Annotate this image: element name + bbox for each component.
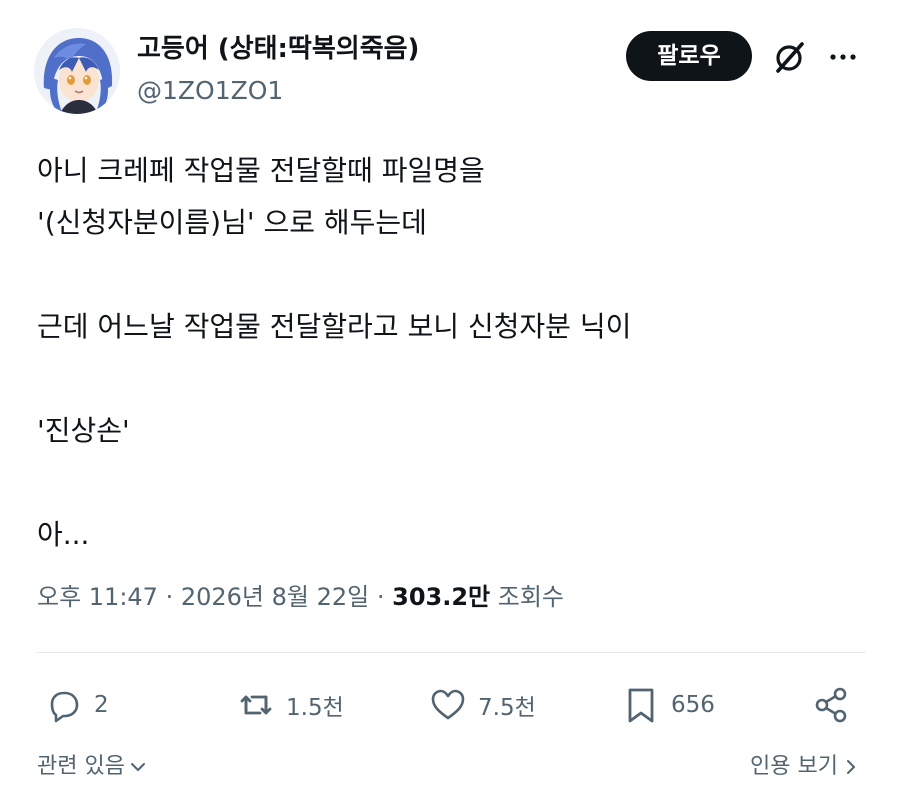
reply-icon [50,691,79,723]
tweet-text: 아니 크레페 작업물 전달할때 파일명을 '(신청자분이름)님' 으로 해두는데… [37,145,867,561]
views-count[interactable]: 303.2만 [392,583,490,611]
share-icon [815,687,847,723]
author-handle[interactable]: @1ZO1ZO1 [137,75,283,107]
tweet-line: '진상손' [37,414,130,447]
tweet-line [37,457,867,509]
avatar[interactable] [34,28,120,114]
repost-icon [240,695,272,715]
author-display-name[interactable]: 고등어 (상태:딱복의죽음) [137,32,419,66]
tweet-meta: 오후 11:47 · 2026년 8월 22일 · 303.2만 조회수 [37,580,564,614]
repost-count: 1.5천 [286,695,344,721]
meta-separator: · [157,583,181,611]
tweet-date[interactable]: 2026년 8월 22일 [181,583,369,611]
anime-character-avatar-icon [34,28,120,114]
tweet-line: '(신청자분이름)님' 으로 해두는데 [37,206,427,239]
related-link[interactable]: 관련 있음 [37,752,147,782]
bookmark-icon [628,688,654,723]
like-count: 7.5천 [478,695,536,721]
tweet-line: 아니 크레페 작업물 전달할때 파일명을 [37,154,485,187]
tweet-header: 고등어 (상태:딱복의죽음) @1ZO1ZO1 팔로우 [0,0,900,130]
grok-slash-circle-icon[interactable] [770,38,808,76]
tweet-line: 근데 어느날 작업물 전달할라고 보니 신청자분 닉이 [37,310,632,343]
reply-count: 2 [94,692,109,718]
divider [37,652,865,653]
action-bar: 2 1.5천 7.5천 656 [0,680,900,730]
chevron-right-icon [847,760,855,774]
tweet-time[interactable]: 오후 11:47 [37,583,158,611]
chevron-down-icon [130,763,145,771]
views-label: 조회수 [490,583,564,611]
tweet-line [37,353,867,405]
meta-separator: · [369,583,393,611]
repost-button[interactable]: 1.5천 [236,680,344,730]
view-quotes-link[interactable]: 인용 보기 [750,752,860,782]
related-label: 관련 있음 [37,754,125,779]
reply-button[interactable]: 2 [44,680,109,730]
follow-button[interactable]: 팔로우 [626,31,752,81]
bookmark-button[interactable]: 656 [621,680,715,730]
share-button[interactable] [812,680,862,730]
quotes-label: 인용 보기 [750,754,838,779]
like-button[interactable]: 7.5천 [428,680,536,730]
heart-icon [431,689,465,720]
tweet-line: 아... [37,518,90,551]
bookmark-count: 656 [671,692,715,718]
tweet-line [37,249,867,301]
more-dots-icon[interactable] [826,40,860,74]
